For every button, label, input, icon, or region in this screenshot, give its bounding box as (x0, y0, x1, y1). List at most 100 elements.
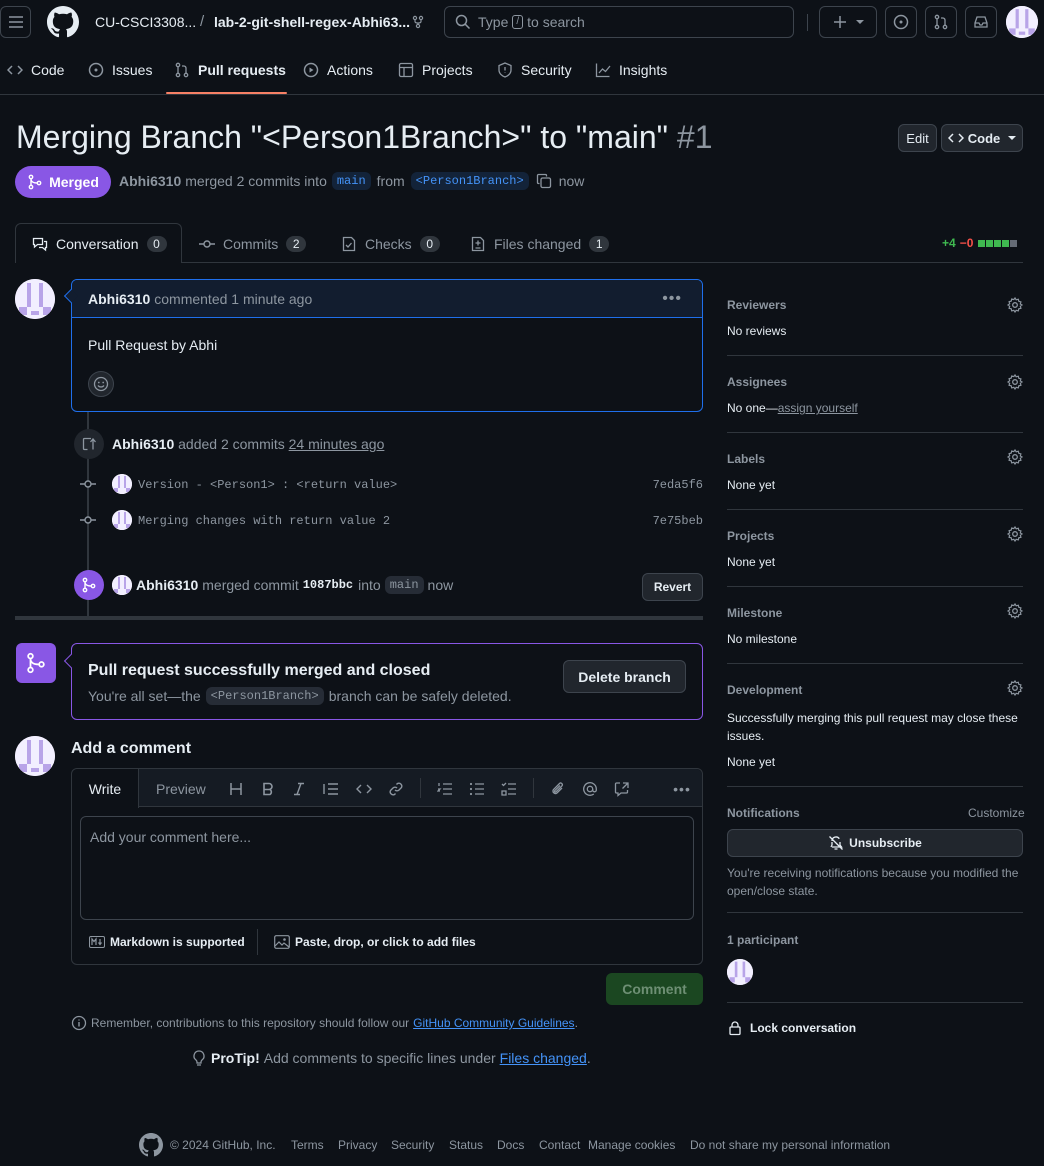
reviewers-heading[interactable]: Reviewers (727, 298, 786, 312)
gear-icon[interactable] (1007, 449, 1023, 465)
repo-nav-insights[interactable]: Insights (595, 62, 667, 78)
footer-link-status[interactable]: Status (449, 1138, 483, 1152)
reviewers-value: No reviews (727, 324, 787, 338)
tab-checks[interactable]: Checks 0 (341, 224, 440, 263)
unordered-list-button[interactable] (467, 779, 487, 799)
org-link[interactable]: CU-CSCI3308... (95, 14, 196, 30)
gear-icon[interactable] (1007, 603, 1023, 619)
footer-link-contact[interactable]: Contact (539, 1138, 580, 1152)
gear-icon[interactable] (1007, 526, 1023, 542)
code-format-button[interactable] (354, 779, 374, 799)
repo-nav-projects[interactable]: Projects (398, 62, 473, 78)
commit-message[interactable]: Version - <Person1> : <return value> (138, 478, 397, 492)
repo-nav-pull-requests[interactable]: Pull requests (174, 62, 286, 78)
footer-link-terms[interactable]: Terms (291, 1138, 324, 1152)
create-new-button[interactable] (819, 6, 877, 38)
bold-button[interactable] (258, 779, 278, 799)
merge-event-branch[interactable]: main (384, 576, 424, 594)
tab-preview[interactable]: Preview (156, 781, 206, 797)
guidelines-link[interactable]: GitHub Community Guidelines (413, 1016, 574, 1030)
markdown-hint[interactable]: Markdown is supported (89, 935, 245, 949)
merge-avatar[interactable] (112, 575, 132, 595)
repo-nav-code[interactable]: Code (7, 62, 64, 78)
comment-textarea[interactable]: Add your comment here... (80, 816, 694, 920)
assign-yourself-link[interactable]: assign yourself (778, 401, 858, 415)
commit-sha[interactable]: 7e75beb (653, 514, 703, 528)
files-label: Paste, drop, or click to add files (295, 935, 476, 949)
footer-link-security[interactable]: Security (391, 1138, 434, 1152)
participant-avatar[interactable] (727, 959, 753, 985)
more-options-button[interactable]: ••• (672, 779, 692, 799)
attach-files-hint[interactable]: Paste, drop, or click to add files (274, 935, 476, 949)
commit-avatar[interactable] (112, 474, 132, 494)
task-list-button[interactable] (499, 779, 519, 799)
comment-submit-button[interactable]: Comment (606, 973, 703, 1005)
diffstat[interactable]: +4 −0 (942, 236, 1018, 250)
footer-link-docs[interactable]: Docs (497, 1138, 524, 1152)
commits-event-author[interactable]: Abhi6310 (112, 436, 174, 452)
tab-write[interactable]: Write (72, 769, 139, 808)
gear-icon[interactable] (1007, 374, 1023, 390)
repo-nav-security[interactable]: Security (497, 62, 572, 78)
italic-button[interactable] (289, 779, 309, 799)
search-input[interactable]: Type / to search (444, 6, 794, 38)
comment-avatar[interactable] (15, 279, 55, 319)
footer-link-manage-cookies[interactable]: Manage cookies (588, 1138, 675, 1152)
development-heading[interactable]: Development (727, 683, 802, 697)
inbox-button[interactable] (965, 6, 997, 38)
hamburger-button[interactable] (0, 6, 31, 38)
commit-sha[interactable]: 7eda5f6 (653, 478, 703, 492)
quote-button[interactable] (321, 779, 341, 799)
tab-commits[interactable]: Commits 2 (199, 224, 307, 263)
add-reaction-button[interactable] (88, 371, 114, 397)
kebab-menu-icon[interactable]: ••• (662, 290, 682, 308)
unsubscribe-button[interactable]: Unsubscribe (727, 829, 1023, 857)
labels-heading[interactable]: Labels (727, 452, 765, 466)
code-button[interactable]: Code (941, 124, 1023, 152)
protip-link[interactable]: Files changed (500, 1050, 587, 1066)
tab-counter: 0 (419, 235, 440, 252)
repo-link[interactable]: lab-2-git-shell-regex-Abhi63... (214, 14, 410, 30)
reference-button[interactable] (612, 779, 632, 799)
assignees-heading[interactable]: Assignees (727, 375, 787, 389)
ordered-list-button[interactable] (435, 779, 455, 799)
revert-button[interactable]: Revert (642, 573, 703, 601)
attach-button[interactable] (548, 779, 568, 799)
commit-message[interactable]: Merging changes with return value 2 (138, 514, 390, 528)
footer-link-privacy[interactable]: Privacy (338, 1138, 377, 1152)
edit-button[interactable]: Edit (898, 124, 937, 152)
github-logo[interactable] (47, 6, 79, 38)
link-button[interactable] (386, 779, 406, 799)
merged-box-branch[interactable]: <Person1Branch> (205, 687, 324, 705)
tab-counter: 0 (146, 235, 167, 252)
projects-heading[interactable]: Projects (727, 529, 774, 543)
comment-author[interactable]: Abhi6310 (88, 291, 150, 307)
heading-button[interactable] (226, 779, 246, 799)
copy-icon[interactable] (536, 173, 552, 189)
issues-button[interactable] (885, 6, 917, 38)
repo-nav-actions[interactable]: Actions (303, 62, 373, 78)
commits-event-time[interactable]: 24 minutes ago (289, 436, 385, 452)
protip: ProTip! Add comments to specific lines u… (192, 1050, 591, 1066)
delete-branch-button[interactable]: Delete branch (563, 660, 686, 693)
milestone-heading[interactable]: Milestone (727, 606, 782, 620)
head-branch[interactable]: <Person1Branch> (410, 172, 529, 190)
commit-avatar[interactable] (112, 510, 132, 530)
merge-commit-sha[interactable]: 1087bbc (303, 578, 353, 592)
pr-author[interactable]: Abhi6310 (119, 173, 181, 189)
merge-event-author[interactable]: Abhi6310 (136, 577, 198, 593)
lock-conversation-button[interactable]: Lock conversation (727, 1020, 856, 1036)
gear-icon[interactable] (1007, 680, 1023, 696)
pull-requests-button[interactable] (925, 6, 957, 38)
tab-files-changed[interactable]: Files changed 1 (470, 224, 610, 263)
github-icon[interactable] (139, 1133, 163, 1157)
tab-conversation[interactable]: Conversation 0 (15, 223, 182, 263)
new-comment-avatar[interactable] (15, 736, 55, 776)
base-branch[interactable]: main (331, 172, 371, 190)
mention-button[interactable] (580, 779, 600, 799)
user-avatar[interactable] (1006, 6, 1038, 38)
customize-link[interactable]: Customize (968, 806, 1025, 820)
footer-link-do-not-share[interactable]: Do not share my personal information (690, 1138, 890, 1152)
gear-icon[interactable] (1007, 297, 1023, 313)
repo-nav-issues[interactable]: Issues (88, 62, 152, 78)
